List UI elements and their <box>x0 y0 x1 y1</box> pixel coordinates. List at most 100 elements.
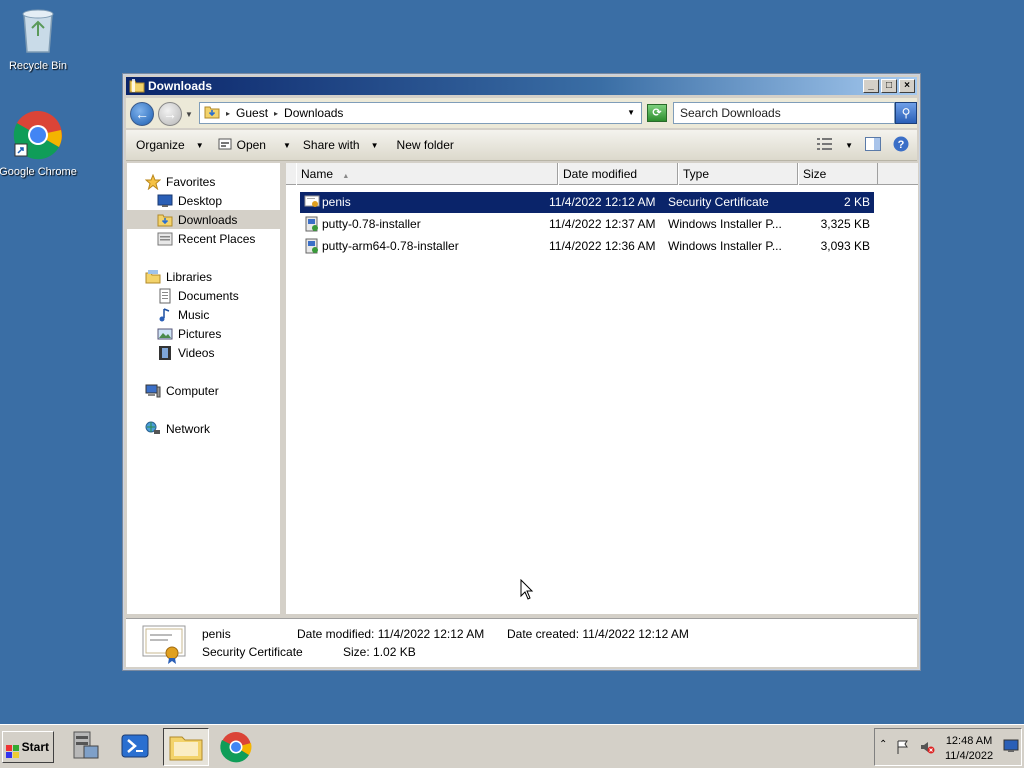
powershell-taskbar-icon[interactable] <box>114 728 160 766</box>
column-type-label: Type <box>683 167 710 181</box>
file-row[interactable]: putty-arm64-0.78-installer 11/4/2022 12:… <box>300 236 874 257</box>
address-path[interactable]: ▸ Guest ▸ Downloads ▼ <box>199 102 642 124</box>
nav-favorites[interactable]: Favorites <box>144 172 215 191</box>
details-size: Size: 1.02 KB <box>343 645 416 659</box>
details-created: Date created: 11/4/2022 12:12 AM <box>507 627 689 641</box>
column-header-date[interactable]: Date modified <box>558 163 678 185</box>
file-name: putty-0.78-installer <box>322 217 421 231</box>
server-manager-taskbar-icon[interactable] <box>64 728 110 766</box>
taskbar: Start ⌃ 12:48 AM 11/4/2022 <box>0 724 1024 768</box>
videos-icon <box>157 345 173 361</box>
desktop-icon-google-chrome[interactable]: Google Chrome <box>0 110 78 178</box>
title-bar[interactable]: Downloads _ □ × <box>126 77 917 95</box>
search-icon[interactable]: ⚲ <box>895 102 917 124</box>
nav-videos[interactable]: Videos <box>157 343 214 362</box>
new-folder-label: New folder <box>396 138 454 152</box>
documents-icon <box>157 288 173 304</box>
nav-documents[interactable]: Documents <box>157 286 239 305</box>
column-header-name[interactable]: Name ▲ <box>296 163 558 185</box>
chevron-down-icon[interactable]: ▼ <box>845 141 853 150</box>
minimize-button[interactable]: _ <box>863 79 879 93</box>
details-size-label: Size: <box>343 645 370 659</box>
maximize-button[interactable]: □ <box>881 79 897 93</box>
command-bar: Organize ▼ Open ▼ Share with ▼ New folde… <box>126 130 917 161</box>
details-created-value: 11/4/2022 12:12 AM <box>582 627 689 641</box>
address-bar: ← → ▼ ▸ Guest ▸ Downloads ▼ ⟳ Search Dow… <box>126 98 917 128</box>
google-chrome-label: Google Chrome <box>0 166 77 178</box>
nav-network[interactable]: Network <box>145 419 210 438</box>
breadcrumb-arrow-icon[interactable]: ▸ <box>274 109 278 118</box>
organize-button[interactable]: Organize ▼ <box>136 138 204 152</box>
file-date: 11/4/2022 12:12 AM <box>549 195 656 209</box>
share-with-button[interactable]: Share with ▼ <box>303 138 379 152</box>
start-label: Start <box>21 740 49 754</box>
file-size: 3,325 KB <box>820 217 870 231</box>
close-button[interactable]: × <box>899 79 915 93</box>
chrome-icon <box>0 110 78 163</box>
column-header-size[interactable]: Size <box>798 163 878 185</box>
volume-muted-icon[interactable] <box>919 739 935 758</box>
pictures-icon <box>157 326 173 342</box>
computer-icon <box>145 383 161 399</box>
desktop-icon <box>157 193 173 209</box>
action-center-flag-icon[interactable] <box>895 739 911 758</box>
nav-documents-label: Documents <box>178 288 239 303</box>
recycle-bin-label: Recycle Bin <box>8 60 68 72</box>
chevron-down-icon: ▼ <box>195 140 204 150</box>
libraries-icon <box>145 269 161 285</box>
breadcrumb-arrow-icon[interactable]: ▸ <box>226 109 230 118</box>
chrome-taskbar-icon[interactable] <box>213 728 259 766</box>
column-date-label: Date modified <box>563 167 638 181</box>
desktop-icon-recycle-bin[interactable]: Recycle Bin <box>0 6 78 72</box>
open-button[interactable]: Open ▼ <box>218 137 291 154</box>
back-button[interactable]: ← <box>130 102 154 126</box>
breadcrumb-guest[interactable]: Guest <box>236 106 268 120</box>
show-hidden-icons-icon[interactable]: ⌃ <box>879 739 887 750</box>
nav-music-label: Music <box>178 307 210 322</box>
mouse-cursor-icon <box>520 578 534 604</box>
nav-downloads-label: Downloads <box>178 212 238 227</box>
column-name-label: Name <box>301 167 334 181</box>
nav-network-label: Network <box>166 421 211 436</box>
search-input[interactable]: Search Downloads <box>673 102 895 124</box>
start-button[interactable]: Start <box>2 731 54 763</box>
music-icon <box>157 307 173 323</box>
file-row[interactable]: penis 11/4/2022 12:12 AM Security Certif… <box>300 192 874 213</box>
downloads-folder-icon <box>204 104 220 123</box>
help-icon[interactable]: ? <box>893 136 909 155</box>
file-type: Windows Installer P... <box>668 239 782 253</box>
show-desktop-icon[interactable] <box>1003 739 1019 756</box>
new-folder-button[interactable]: New folder <box>397 138 454 152</box>
view-options-icon[interactable] <box>817 138 833 153</box>
nav-desktop-label: Desktop <box>178 193 223 208</box>
file-row[interactable]: putty-0.78-installer 11/4/2022 12:37 AM … <box>300 214 874 235</box>
forward-button[interactable]: → <box>158 102 182 126</box>
explorer-taskbar-icon[interactable] <box>163 728 209 766</box>
address-dropdown-icon[interactable]: ▼ <box>627 108 635 117</box>
recent-pages-dropdown-icon[interactable]: ▼ <box>185 110 193 119</box>
nav-music[interactable]: Music <box>157 305 209 324</box>
installer-icon <box>304 238 320 261</box>
nav-downloads[interactable]: Downloads <box>127 210 283 229</box>
chevron-down-icon: ▼ <box>370 140 379 150</box>
nav-recent-places-label: Recent Places <box>178 231 256 246</box>
nav-computer[interactable]: Computer <box>145 381 219 400</box>
file-name: putty-arm64-0.78-installer <box>322 239 459 253</box>
details-created-label: Date created: <box>507 627 580 641</box>
file-list: Name ▲ Date modified Type Size penis 11/… <box>286 163 918 614</box>
nav-desktop[interactable]: Desktop <box>157 191 222 210</box>
refresh-button[interactable]: ⟳ <box>647 104 667 122</box>
svg-text:?: ? <box>898 139 905 151</box>
clock-time: 12:48 AM <box>945 735 993 747</box>
nav-computer-label: Computer <box>166 383 219 398</box>
navigation-pane: Favorites Desktop Downloads Recent Place… <box>127 163 283 614</box>
nav-libraries[interactable]: Libraries <box>145 267 212 286</box>
nav-recent-places[interactable]: Recent Places <box>157 229 255 248</box>
certificate-large-icon <box>142 625 190 668</box>
preview-pane-icon[interactable] <box>865 137 881 154</box>
clock[interactable]: 12:48 AM 11/4/2022 <box>945 734 993 764</box>
nav-pictures[interactable]: Pictures <box>157 324 221 343</box>
details-modified-value: 11/4/2022 12:12 AM <box>377 627 485 641</box>
column-header-type[interactable]: Type <box>678 163 798 185</box>
breadcrumb-downloads[interactable]: Downloads <box>284 106 343 120</box>
